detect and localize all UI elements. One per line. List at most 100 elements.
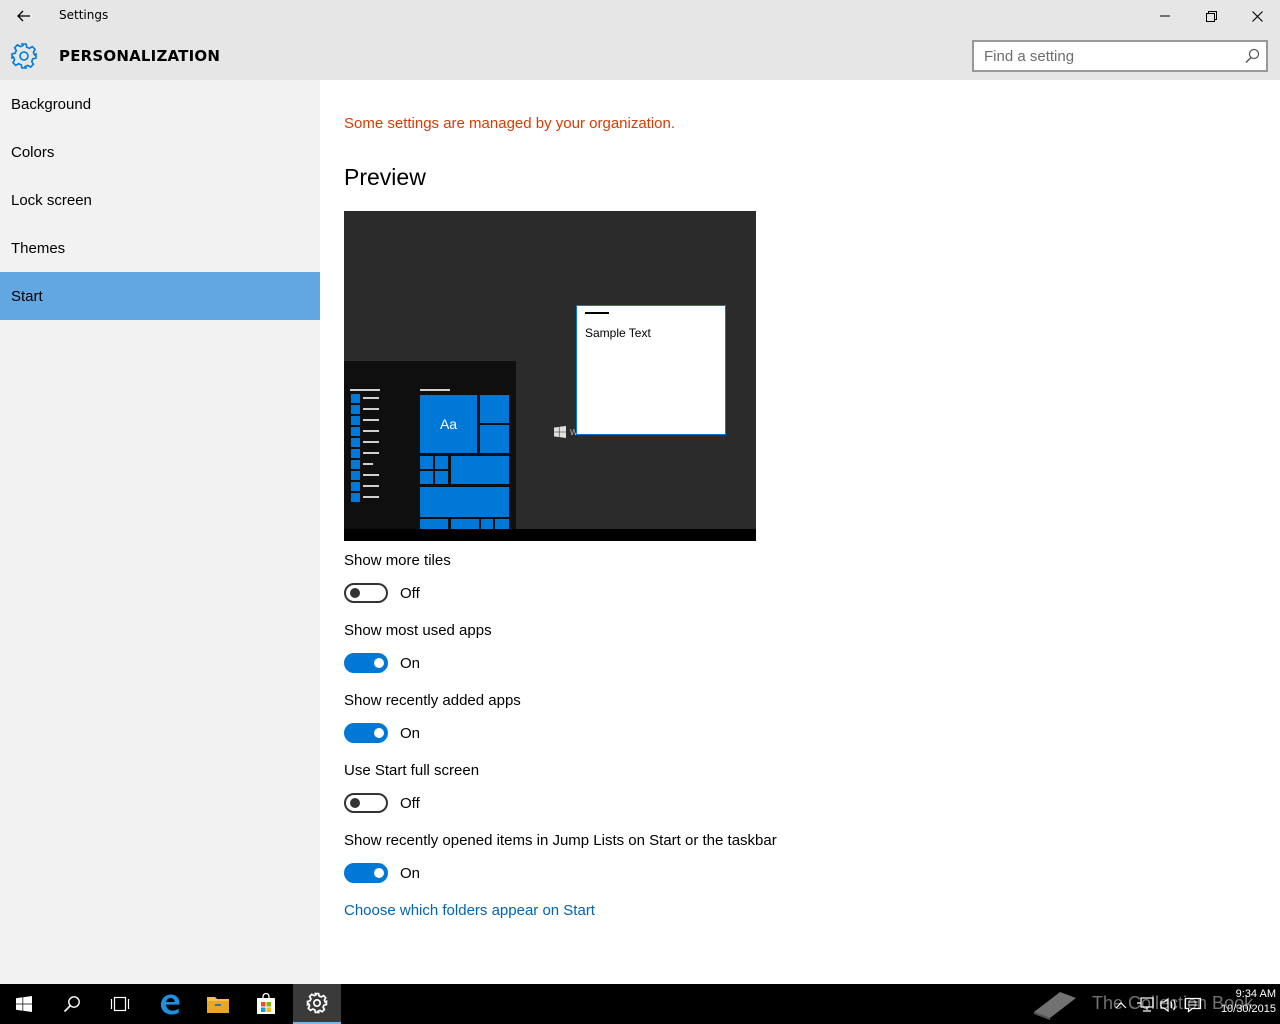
gear-icon xyxy=(11,43,37,69)
taskbar: The Collection Book 9:34 AM 10/30/2015 xyxy=(0,984,1280,1024)
volume-tray-button[interactable] xyxy=(1158,996,1180,1014)
toggle-state-text: Off xyxy=(400,584,420,602)
preview-start-menu: Aa xyxy=(344,361,516,529)
restore-button[interactable] xyxy=(1188,0,1234,32)
preview-app-icon xyxy=(351,427,360,436)
preview-list-line xyxy=(363,474,379,476)
jump-lists-toggle[interactable] xyxy=(344,863,388,883)
sidebar-nav: Background Colors Lock screen Themes Sta… xyxy=(0,80,320,984)
preview-app-icon xyxy=(351,405,360,414)
preview-list-line xyxy=(363,419,379,421)
settings-taskbar-button[interactable] xyxy=(293,984,341,1024)
setting-show-recently-added-apps: Show recently added apps On xyxy=(344,692,521,744)
preview-tile xyxy=(420,519,448,529)
preview-app-icon xyxy=(351,449,360,458)
show-recently-added-apps-toggle[interactable] xyxy=(344,723,388,743)
preview-list-line xyxy=(363,408,379,410)
setting-jump-lists: Show recently opened items in Jump Lists… xyxy=(344,832,777,884)
show-hidden-icons-button[interactable] xyxy=(1112,996,1130,1014)
search-icon xyxy=(63,996,80,1013)
search-box[interactable] xyxy=(972,40,1268,72)
page-title: PERSONALIZATION xyxy=(59,47,221,65)
preview-taskbar xyxy=(344,529,756,541)
preview-tile xyxy=(420,456,433,469)
choose-folders-link[interactable]: Choose which folders appear on Start xyxy=(344,902,595,919)
preview-tile xyxy=(435,456,448,469)
edge-icon xyxy=(161,994,180,1015)
preview-app-icon xyxy=(351,482,360,491)
search-icon[interactable] xyxy=(1244,48,1260,64)
action-center-button[interactable] xyxy=(1182,996,1204,1014)
back-button[interactable] xyxy=(12,6,36,26)
preview-tile xyxy=(495,519,509,529)
preview-app-icon xyxy=(351,438,360,447)
org-managed-notice: Some settings are managed by your organi… xyxy=(344,115,676,132)
sidebar-item-background[interactable]: Background xyxy=(0,80,320,128)
use-start-full-screen-toggle[interactable] xyxy=(344,793,388,813)
preview-tile xyxy=(481,519,493,529)
volume-icon xyxy=(1160,997,1176,1013)
back-arrow-icon xyxy=(17,10,30,22)
preview-list-line xyxy=(363,430,379,432)
toggle-knob xyxy=(350,588,360,598)
preview-app-icon xyxy=(351,493,360,502)
show-most-used-apps-toggle[interactable] xyxy=(344,653,388,673)
preview-tile xyxy=(480,425,509,453)
preview-list-line xyxy=(363,463,373,465)
preview-window: Sample Text xyxy=(576,305,726,435)
preview-sample-text: Sample Text xyxy=(585,326,651,340)
network-tray-button[interactable] xyxy=(1134,996,1156,1014)
toggle-knob xyxy=(374,728,384,738)
restore-icon xyxy=(1205,10,1217,22)
close-button[interactable] xyxy=(1234,0,1280,32)
settings-icon xyxy=(306,992,328,1014)
preview-tile xyxy=(451,456,509,484)
preview-app-icon xyxy=(351,460,360,469)
windows-logo-icon xyxy=(554,426,566,438)
network-icon xyxy=(1137,997,1154,1012)
sidebar-item-lock-screen[interactable]: Lock screen xyxy=(0,176,320,224)
edge-taskbar-button[interactable] xyxy=(146,984,194,1024)
preview-list-line xyxy=(363,397,379,399)
minimize-button[interactable] xyxy=(1142,0,1188,32)
taskbar-clock[interactable]: 9:34 AM 10/30/2015 xyxy=(1206,987,1276,1017)
preview-list-line xyxy=(363,496,379,498)
show-more-tiles-toggle[interactable] xyxy=(344,583,388,603)
clock-date: 10/30/2015 xyxy=(1220,1003,1276,1015)
preview-tile xyxy=(420,471,433,484)
sidebar-item-start[interactable]: Start xyxy=(0,272,320,320)
toggle-knob xyxy=(374,868,384,878)
sidebar-item-colors[interactable]: Colors xyxy=(0,128,320,176)
file-explorer-taskbar-button[interactable] xyxy=(194,984,242,1024)
toggle-state-text: Off xyxy=(400,794,420,812)
task-view-button[interactable] xyxy=(96,984,144,1024)
toggle-knob xyxy=(350,798,360,808)
taskbar-search-button[interactable] xyxy=(48,984,96,1024)
preview-heading: Preview xyxy=(344,164,426,190)
title-bar: Settings xyxy=(0,0,1280,32)
start-preview: Aa Windows 10 Pro Technical Preview 4 Sa… xyxy=(344,211,756,541)
toggle-state-text: On xyxy=(400,724,421,742)
sidebar-item-themes[interactable]: Themes xyxy=(0,224,320,272)
preview-list-line xyxy=(350,389,380,391)
file-explorer-icon xyxy=(207,997,229,1013)
preview-tile xyxy=(420,487,509,517)
start-button[interactable] xyxy=(0,984,48,1024)
window-title: Settings xyxy=(59,8,109,22)
setting-use-start-full-screen: Use Start full screen Off xyxy=(344,762,479,814)
setting-label: Show most used apps xyxy=(344,622,492,639)
setting-show-more-tiles: Show more tiles Off xyxy=(344,552,451,604)
toggle-state-text: On xyxy=(400,864,421,882)
preview-app-icon xyxy=(351,416,360,425)
preview-list-line xyxy=(363,485,379,487)
main-content: Some settings are managed by your organi… xyxy=(320,80,1280,984)
setting-label: Show more tiles xyxy=(344,552,451,569)
store-taskbar-button[interactable] xyxy=(242,984,290,1024)
toggle-state-text: On xyxy=(400,654,421,672)
preview-tile-aa: Aa xyxy=(420,395,477,453)
preview-list-line xyxy=(363,452,379,454)
setting-label: Show recently opened items in Jump Lists… xyxy=(344,832,777,849)
search-input[interactable] xyxy=(974,42,1224,70)
store-icon xyxy=(257,993,275,1014)
preview-tile xyxy=(435,471,448,484)
